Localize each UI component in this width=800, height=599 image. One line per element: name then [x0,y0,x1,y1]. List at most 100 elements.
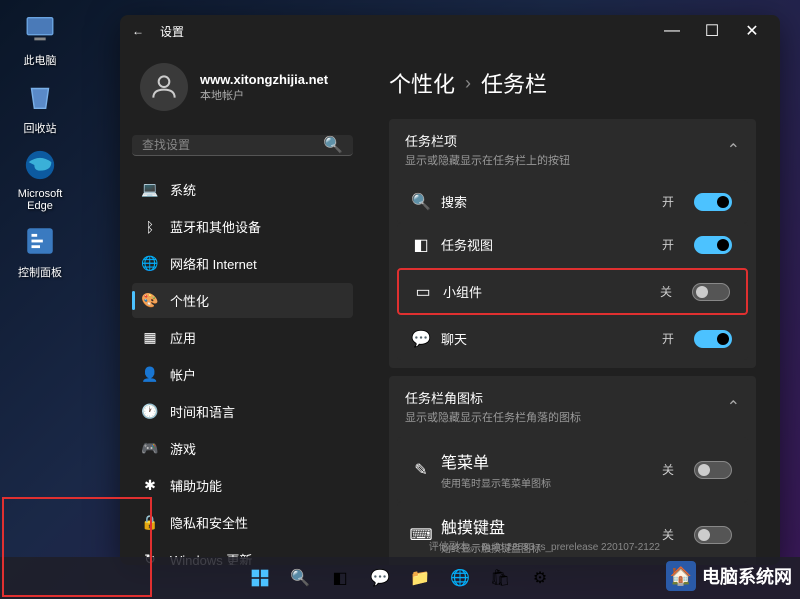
sidebar-item-accessibility[interactable]: ✱ 辅助功能 [132,468,353,503]
sidebar-item-accounts[interactable]: 👤 帐户 [132,357,353,392]
sidebar-item-system[interactable]: 💻 系统 [132,172,353,207]
titlebar: ← 设置 — ☐ ✕ [120,15,780,47]
sidebar-item-time[interactable]: 🕐 时间和语言 [132,394,353,429]
toggle-taskview[interactable] [694,236,732,254]
breadcrumb: 个性化 › 任务栏 [389,67,756,99]
watermark-logo-icon: 🏠 [666,561,696,591]
personalization-icon: 🎨 [142,293,158,309]
toggle-state: 开 [662,330,674,347]
search-icon: 🔍 [323,135,343,155]
account-block[interactable]: www.xitongzhijia.net 本地帐户 [132,55,353,119]
toggle-row-chat: 💬 聊天开 [397,317,748,360]
taskbar-edge[interactable]: 🌐 [442,560,478,596]
taskbar-taskview[interactable]: ◧ [322,560,358,596]
sidebar: www.xitongzhijia.net 本地帐户 🔍 💻 系统 ᛒ 蓝牙和其他设备 🌐… [120,47,365,565]
breadcrumb-current: 任务栏 [481,67,547,99]
breadcrumb-parent[interactable]: 个性化 [389,67,455,99]
toggle-state: 关 [660,283,672,300]
search-input[interactable] [142,138,323,152]
sidebar-item-label: 个性化 [170,291,209,310]
toggle-row-taskview: ◧ 任务视图开 [397,223,748,266]
toggle-row-widgets: ▭ 小组件关 [397,268,748,315]
account-type: 本地帐户 [200,87,328,103]
desktop-icon-edge[interactable]: Microsoft Edge [10,146,70,212]
taskbar-search[interactable]: 🔍 [282,560,318,596]
toggle-row-touchkb: ⌨触摸键盘始终显示触摸键盘图标关 [397,502,748,565]
sidebar-item-label: 系统 [170,180,196,199]
sidebar-item-label: 帐户 [170,365,196,384]
toggle-touchkb[interactable] [694,526,732,544]
chevron-up-icon: ⌃ [727,140,740,160]
back-button[interactable]: ← [128,21,148,41]
toggle-chat[interactable] [694,330,732,348]
taskview-icon: ◧ [413,237,429,253]
accounts-icon: 👤 [142,367,158,383]
section-header[interactable]: 任务栏项 显示或隐藏显示在任务栏上的按钮 ⌃ [389,119,756,180]
sidebar-item-label: 游戏 [170,439,196,458]
row-label: 任务视图 [441,235,650,254]
recycle-icon [21,78,59,116]
search-icon: 🔍 [413,194,429,210]
taskbar-explorer[interactable]: 📁 [402,560,438,596]
time-icon: 🕐 [142,404,158,420]
taskbar-store[interactable]: 🛍 [482,560,518,596]
system-icon: 💻 [142,182,158,198]
toggle-search[interactable] [694,193,732,211]
row-label: 小组件 [443,282,648,301]
toggle-state: 开 [662,193,674,210]
chevron-right-icon: › [465,73,471,94]
section-header[interactable]: 任务栏角图标 显示或隐藏显示在任务栏角落的图标 ⌃ [389,376,756,437]
bluetooth-icon: ᛒ [142,219,158,235]
taskbar-chat[interactable]: 💬 [362,560,398,596]
toggle-state: 开 [662,236,674,253]
avatar-icon [140,63,188,111]
sidebar-item-label: 应用 [170,328,196,347]
row-label: 触摸键盘 [441,514,650,538]
close-button[interactable]: ✕ [732,17,772,45]
apps-icon: ▦ [142,330,158,346]
chevron-up-icon: ⌃ [727,397,740,417]
account-name: www.xitongzhijia.net [200,72,328,87]
minimize-button[interactable]: — [652,17,692,45]
maximize-button[interactable]: ☐ [692,17,732,45]
main-content: 个性化 › 任务栏 任务栏项 显示或隐藏显示在任务栏上的按钮 ⌃ 🔍搜索开◧任务… [365,47,780,565]
row-desc: 使用笔时显示笔菜单图标 [441,475,650,490]
row-label: 搜索 [441,192,650,211]
touchkb-icon: ⌨ [413,527,429,543]
accessibility-icon: ✱ [142,478,158,494]
desktop-icon-pc[interactable]: 此电脑 [10,10,70,68]
chat-icon: 💬 [413,331,429,347]
toggle-pen[interactable] [694,461,732,479]
sidebar-item-gaming[interactable]: 🎮 游戏 [132,431,353,466]
sidebar-item-network[interactable]: 🌐网络和 Internet [132,246,353,281]
sidebar-item-label: 辅助功能 [170,476,222,495]
sidebar-item-personalization[interactable]: 🎨 个性化 [132,283,353,318]
row-label: 聊天 [441,329,650,348]
toggle-state: 关 [662,526,674,543]
taskbar-settings[interactable]: ⚙ [522,560,558,596]
desktop-icon-control[interactable]: 控制面板 [10,222,70,280]
gaming-icon: 🎮 [142,441,158,457]
sidebar-item-label: 蓝牙和其他设备 [170,217,261,236]
pen-icon: ✎ [413,462,429,478]
edge-icon [21,146,59,184]
build-info: 评估副本。 Build 22533.rs_prerelease 220107-2… [429,538,660,553]
sidebar-item-label: 时间和语言 [170,402,235,421]
toggle-row-search: 🔍 搜索开 [397,180,748,223]
toggle-row-pen: ✎笔菜单使用笔时显示笔菜单图标关 [397,437,748,502]
section-taskbar-corner: 任务栏角图标 显示或隐藏显示在任务栏角落的图标 ⌃ ✎笔菜单使用笔时显示笔菜单图… [389,376,756,565]
highlight-box-bottomleft [2,497,152,597]
sidebar-item-apps[interactable]: ▦ 应用 [132,320,353,355]
desktop-icon-recycle[interactable]: 回收站 [10,78,70,136]
watermark: 🏠 电脑系统网 [666,561,792,591]
sidebar-item-privacy[interactable]: 🔒隐私和安全性 [132,505,353,540]
control-icon [21,222,59,260]
sidebar-item-label: 网络和 Internet [170,254,257,273]
settings-window: ← 设置 — ☐ ✕ www.xitongzhijia.net 本地帐户 [120,15,780,565]
section-taskbar-items: 任务栏项 显示或隐藏显示在任务栏上的按钮 ⌃ 🔍搜索开◧任务视图开▭小组件关💬聊… [389,119,756,368]
toggle-widgets[interactable] [692,283,730,301]
search-box[interactable]: 🔍 [132,135,353,156]
sidebar-item-bluetooth[interactable]: ᛒ 蓝牙和其他设备 [132,209,353,244]
widgets-icon: ▭ [415,284,431,300]
start-button[interactable] [242,560,278,596]
